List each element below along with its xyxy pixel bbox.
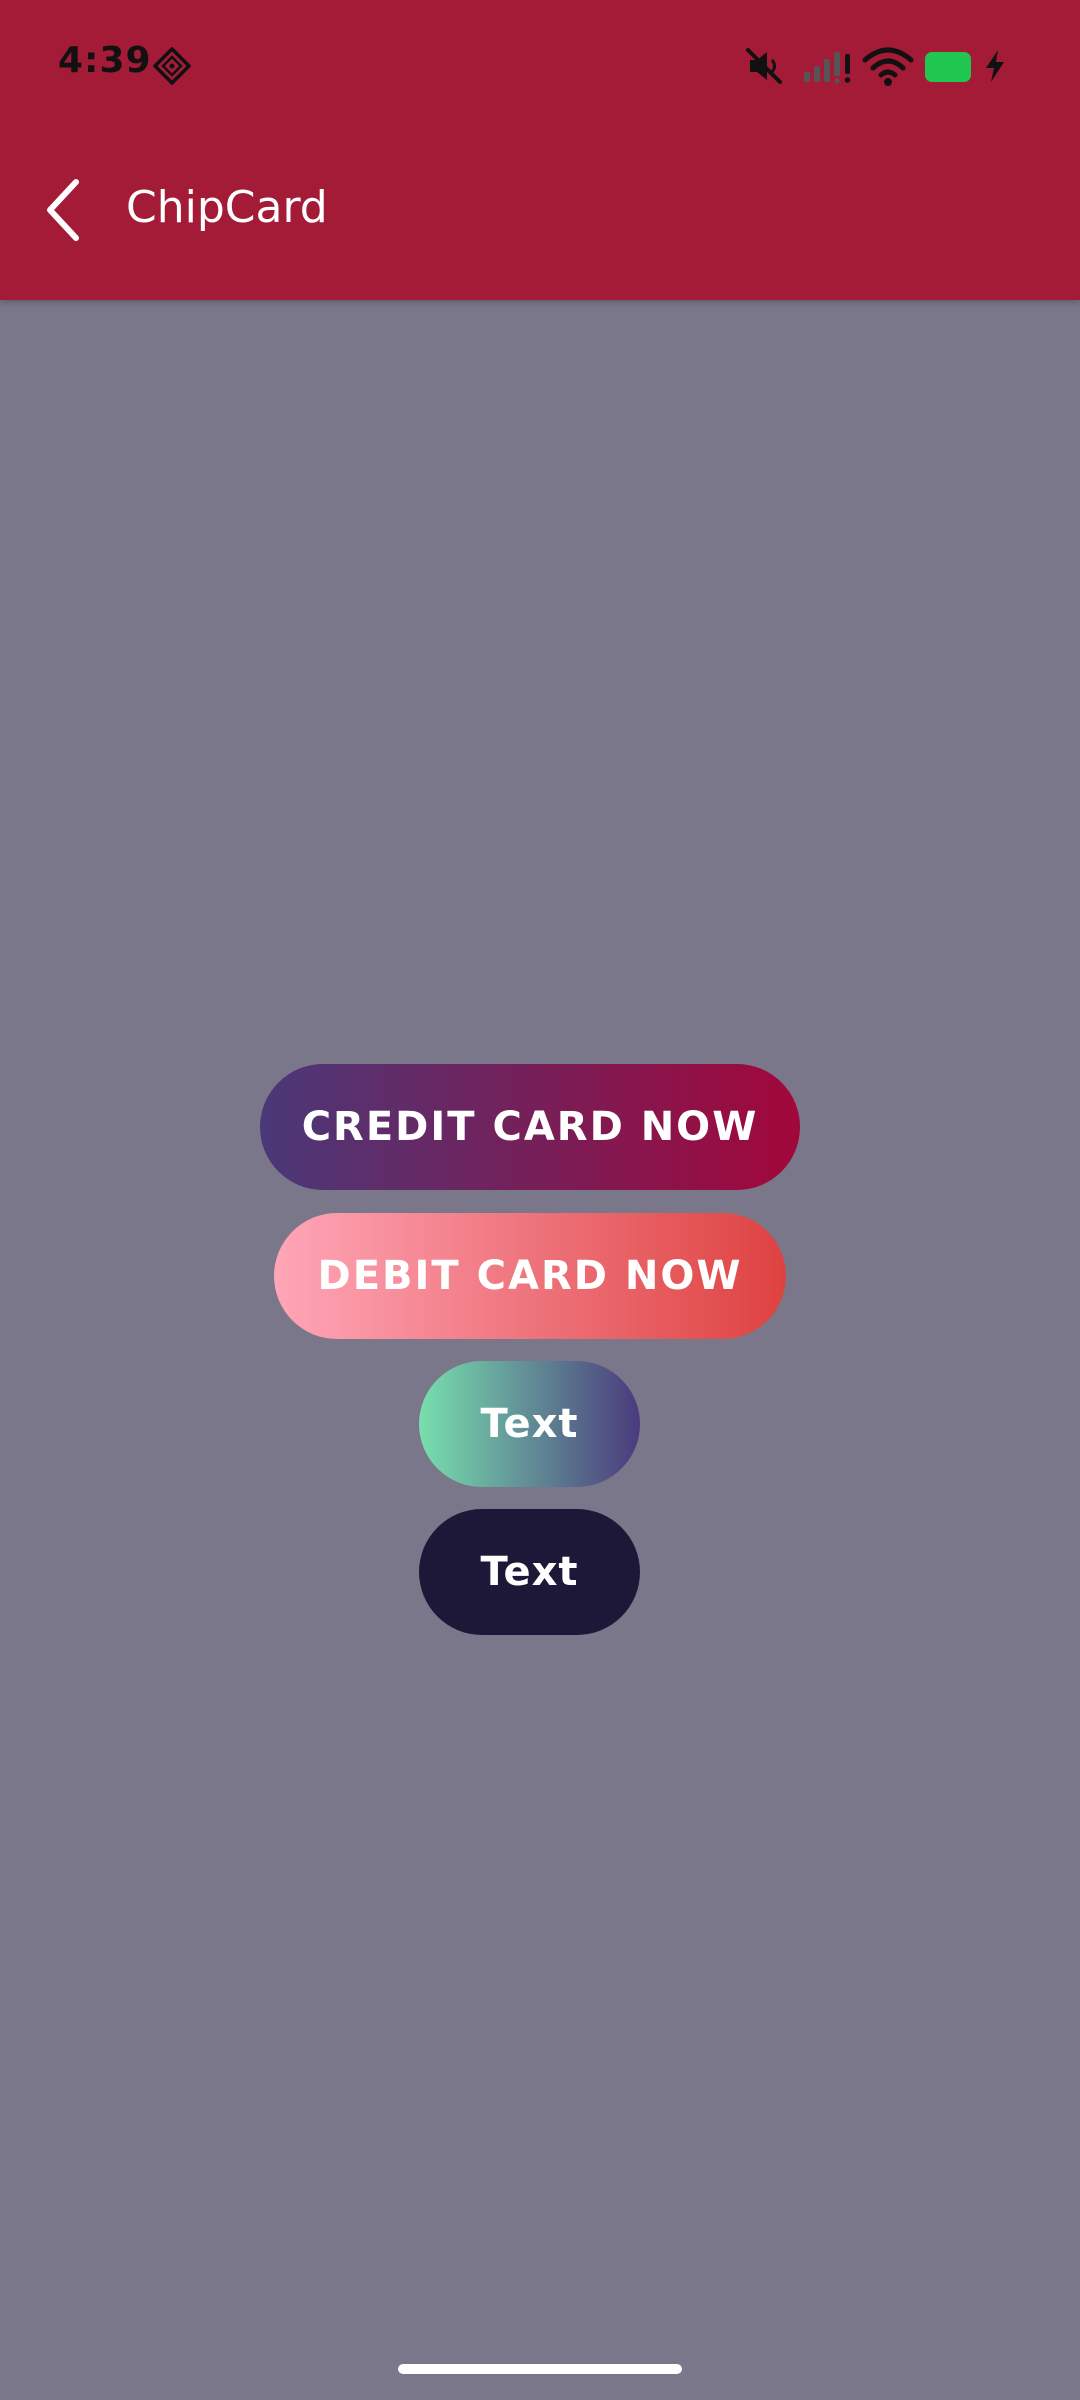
wifi-icon: [862, 47, 914, 86]
mute-icon: [746, 48, 782, 84]
signal-icon: [804, 52, 851, 84]
back-button[interactable]: [26, 170, 106, 250]
status-time: 4:39: [58, 40, 152, 81]
home-indicator[interactable]: [398, 2364, 682, 2374]
gradient-text-chip[interactable]: Text: [419, 1361, 640, 1487]
page-title: ChipCard: [126, 182, 328, 233]
charging-bolt-icon: [986, 50, 1004, 82]
app-header: 4:39 ChipCard: [0, 0, 1080, 300]
debit-card-now-chip[interactable]: DEBIT CARD NOW: [274, 1213, 786, 1339]
credit-card-now-chip[interactable]: CREDIT CARD NOW: [260, 1064, 800, 1190]
status-bar: 4:39: [0, 0, 1080, 130]
battery-icon: [925, 52, 971, 82]
chevron-left-icon: [47, 179, 79, 241]
toolbar: ChipCard: [0, 150, 1080, 280]
diamond-app-icon: [153, 47, 191, 85]
dark-text-chip[interactable]: Text: [419, 1509, 640, 1635]
